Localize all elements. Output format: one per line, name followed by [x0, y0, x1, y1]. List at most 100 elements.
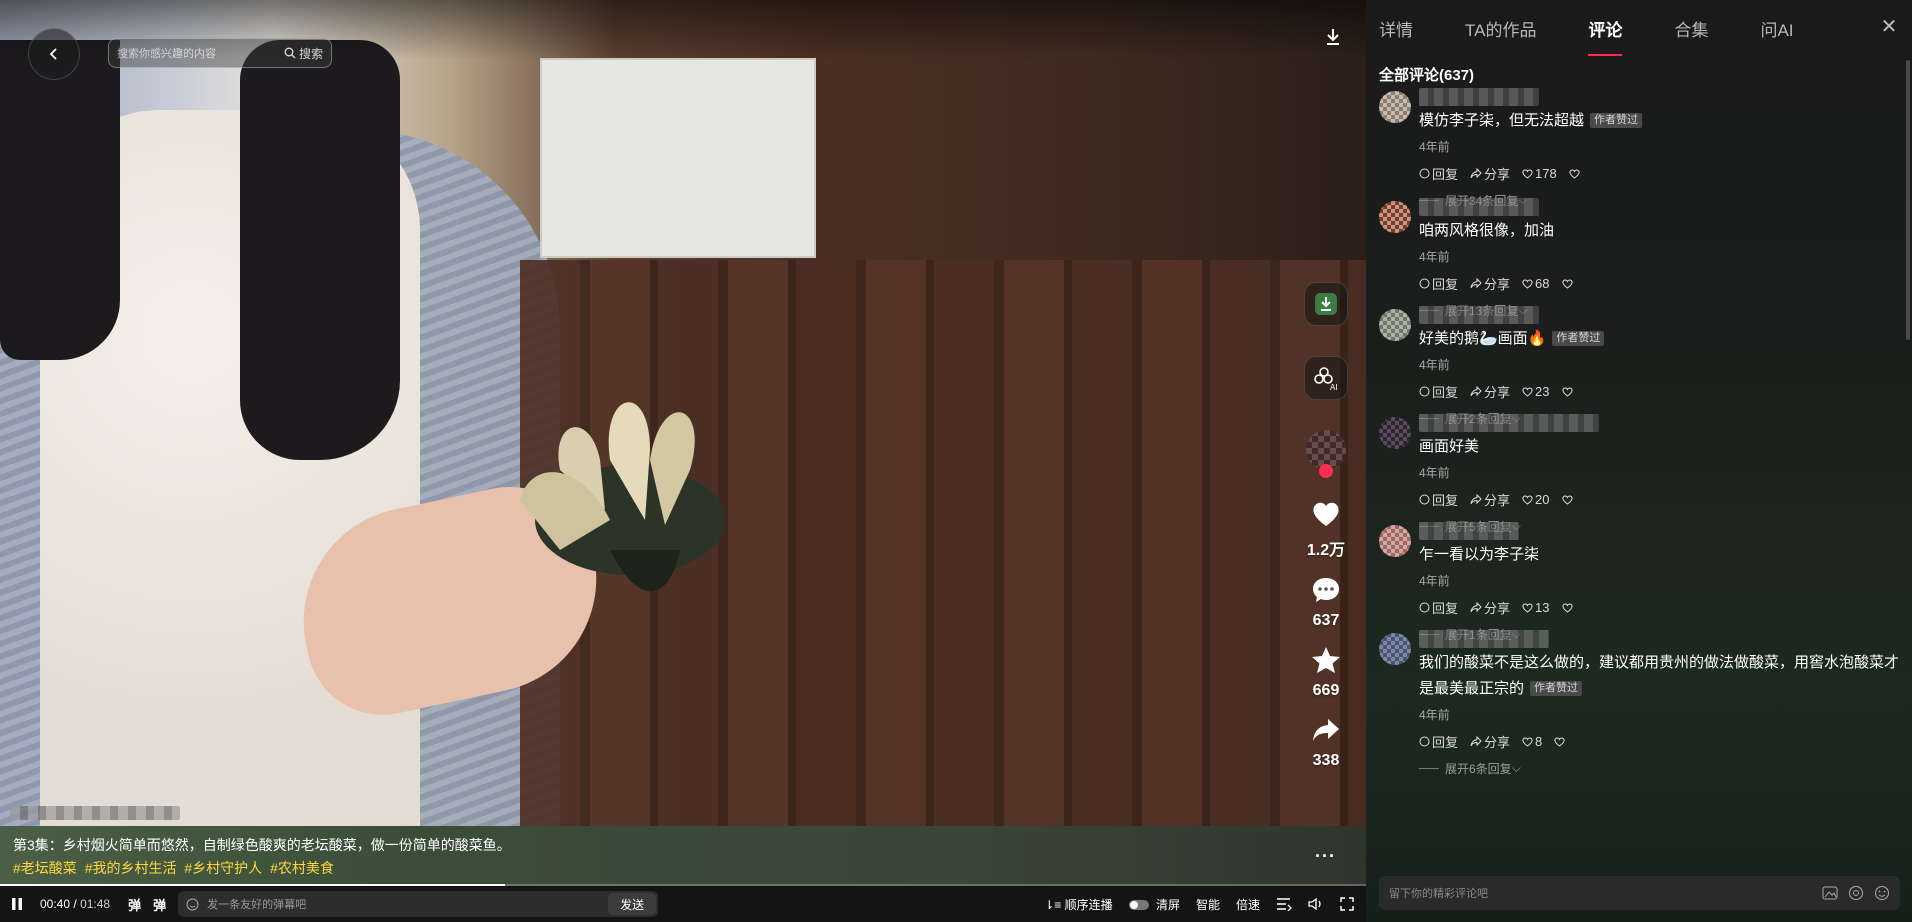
more-options-button[interactable]: ···	[1315, 846, 1336, 867]
search-input[interactable]: 搜索你感兴趣的内容	[117, 45, 284, 61]
commenter-name-blurred[interactable]	[1419, 306, 1539, 324]
avatar[interactable]	[1379, 525, 1411, 557]
like-button[interactable]: 8	[1522, 734, 1542, 749]
commenter-name-blurred[interactable]	[1419, 522, 1519, 540]
avatar[interactable]	[1379, 201, 1411, 233]
image-icon[interactable]	[1822, 886, 1838, 900]
search-button[interactable]: 搜索	[284, 45, 323, 62]
at-mention-icon[interactable]	[1848, 885, 1864, 901]
save-video-button[interactable]	[1304, 282, 1348, 326]
reply-button[interactable]: 回复	[1419, 382, 1458, 401]
comment-input[interactable]: 留下你的精彩评论吧	[1389, 885, 1812, 901]
volume-icon[interactable]	[1308, 897, 1324, 911]
reply-button[interactable]: 回复	[1419, 598, 1458, 617]
share-button[interactable]: 分享	[1470, 164, 1510, 183]
comment-time: 4年前	[1419, 708, 1450, 722]
playlist-icon[interactable]	[1276, 897, 1292, 911]
tab-collection[interactable]: 合集	[1660, 0, 1722, 56]
danmu-toggle-button[interactable]: 弹	[128, 895, 141, 914]
clear-screen-toggle[interactable]: 清屏	[1128, 896, 1180, 913]
video-frame-cabbage	[520, 402, 725, 592]
dislike-button[interactable]	[1561, 279, 1573, 289]
video-frame-hair-right	[240, 40, 400, 460]
comment-action[interactable]: 637	[1311, 576, 1341, 630]
like-button[interactable]: 20	[1522, 492, 1550, 507]
comment-text: 模仿李子柒，但无法超越 作者赞过	[1419, 108, 1899, 134]
dislike-button[interactable]	[1561, 387, 1573, 397]
danmu-input[interactable]: 发一条友好的弹幕吧	[207, 896, 608, 912]
avatar[interactable]	[1379, 309, 1411, 341]
commenter-name-blurred[interactable]	[1419, 630, 1549, 648]
reply-button[interactable]: 回复	[1419, 164, 1458, 183]
dislike-button[interactable]	[1561, 603, 1573, 613]
hashtag[interactable]: #我的乡村生活	[85, 860, 177, 876]
follow-plus-icon[interactable]	[1319, 464, 1333, 478]
emoji-icon[interactable]	[1874, 885, 1890, 901]
danmu-send-button[interactable]: 发送	[608, 893, 657, 915]
smile-icon[interactable]	[186, 898, 199, 911]
fullscreen-icon[interactable]	[1340, 897, 1354, 911]
video-player[interactable]	[0, 0, 1366, 922]
continuous-play-button[interactable]: ⇂≡ 顺序连播	[1044, 896, 1112, 913]
avatar[interactable]	[1379, 417, 1411, 449]
comment-input-box[interactable]: 留下你的精彩评论吧	[1379, 876, 1900, 910]
smart-quality-button[interactable]: 智能	[1196, 896, 1220, 913]
share-button[interactable]: 分享	[1470, 490, 1510, 509]
tab-author-works[interactable]: TA的作品	[1451, 0, 1550, 56]
video-frame-hair	[0, 40, 120, 360]
like-button[interactable]: 68	[1522, 276, 1550, 291]
reply-label: 回复	[1432, 277, 1459, 292]
reply-button[interactable]: 回复	[1419, 274, 1458, 293]
danmu-input-box[interactable]: 发一条友好的弹幕吧 发送	[178, 891, 659, 917]
tab-ask-ai[interactable]: 问AI	[1746, 0, 1807, 56]
continuous-play-label: 顺序连播	[1064, 897, 1113, 912]
search-bar[interactable]: 搜索你感兴趣的内容 搜索	[108, 38, 332, 68]
share-count: 338	[1312, 752, 1340, 769]
dislike-button[interactable]	[1561, 495, 1573, 505]
share-button[interactable]: 分享	[1470, 274, 1510, 293]
comment-body: 我们的酸菜不是这么做的，建议都用贵州的做法做酸菜，用窖水泡酸菜才是最美最正宗的	[1419, 654, 1899, 697]
pause-button[interactable]	[10, 897, 28, 911]
hashtag[interactable]: #老坛酸菜	[13, 860, 77, 876]
reply-label: 回复	[1432, 735, 1459, 750]
share-button[interactable]: 分享	[1470, 382, 1510, 401]
author-name-blurred[interactable]	[10, 806, 180, 820]
share-label: 分享	[1484, 735, 1511, 750]
like-action[interactable]: 1.2万	[1307, 500, 1345, 560]
avatar[interactable]	[1379, 91, 1411, 123]
author-avatar[interactable]	[1306, 430, 1346, 478]
tab-comments[interactable]: 评论	[1574, 0, 1636, 56]
close-icon[interactable]: ✕	[1878, 16, 1900, 38]
like-button[interactable]: 178	[1522, 166, 1557, 181]
like-button[interactable]: 23	[1522, 384, 1550, 399]
reply-bubble-icon	[1419, 168, 1430, 179]
hashtag[interactable]: #乡村守护人	[184, 860, 262, 876]
comment-item: 好美的鹅🦢画面🔥作者赞过 4年前 回复 分享 23 展开2条回复⌵	[1379, 306, 1899, 426]
dislike-button[interactable]	[1569, 169, 1580, 179]
ai-assistant-button[interactable]: AI	[1304, 356, 1348, 400]
commenter-name-blurred[interactable]	[1419, 198, 1539, 216]
scrollbar[interactable]	[1906, 60, 1910, 340]
danmu-settings-button[interactable]: 弹	[153, 895, 166, 914]
speed-button[interactable]: 倍速	[1236, 896, 1260, 913]
dislike-button[interactable]	[1554, 737, 1565, 747]
comment-text: 乍一看以为李子柒	[1419, 542, 1899, 568]
share-button[interactable]: 分享	[1470, 598, 1510, 617]
download-icon[interactable]	[1322, 26, 1344, 48]
share-action[interactable]: 338	[1311, 716, 1341, 770]
reply-button[interactable]: 回复	[1419, 732, 1458, 751]
avatar[interactable]	[1379, 633, 1411, 665]
share-button[interactable]: 分享	[1470, 732, 1510, 751]
tab-details[interactable]: 详情	[1366, 0, 1427, 56]
favorite-action[interactable]: 669	[1311, 646, 1341, 700]
like-count: 13	[1535, 600, 1550, 615]
commenter-name-blurred[interactable]	[1419, 414, 1599, 432]
hashtag[interactable]: #农村美食	[270, 860, 334, 876]
like-button[interactable]: 13	[1522, 600, 1550, 615]
expand-replies[interactable]: 展开6条回复 ⌵	[1419, 760, 1899, 777]
like-count: 68	[1535, 276, 1550, 291]
reply-button[interactable]: 回复	[1419, 490, 1458, 509]
share-label: 分享	[1484, 167, 1511, 182]
commenter-name-blurred[interactable]	[1419, 88, 1539, 106]
back-button[interactable]	[28, 28, 80, 80]
